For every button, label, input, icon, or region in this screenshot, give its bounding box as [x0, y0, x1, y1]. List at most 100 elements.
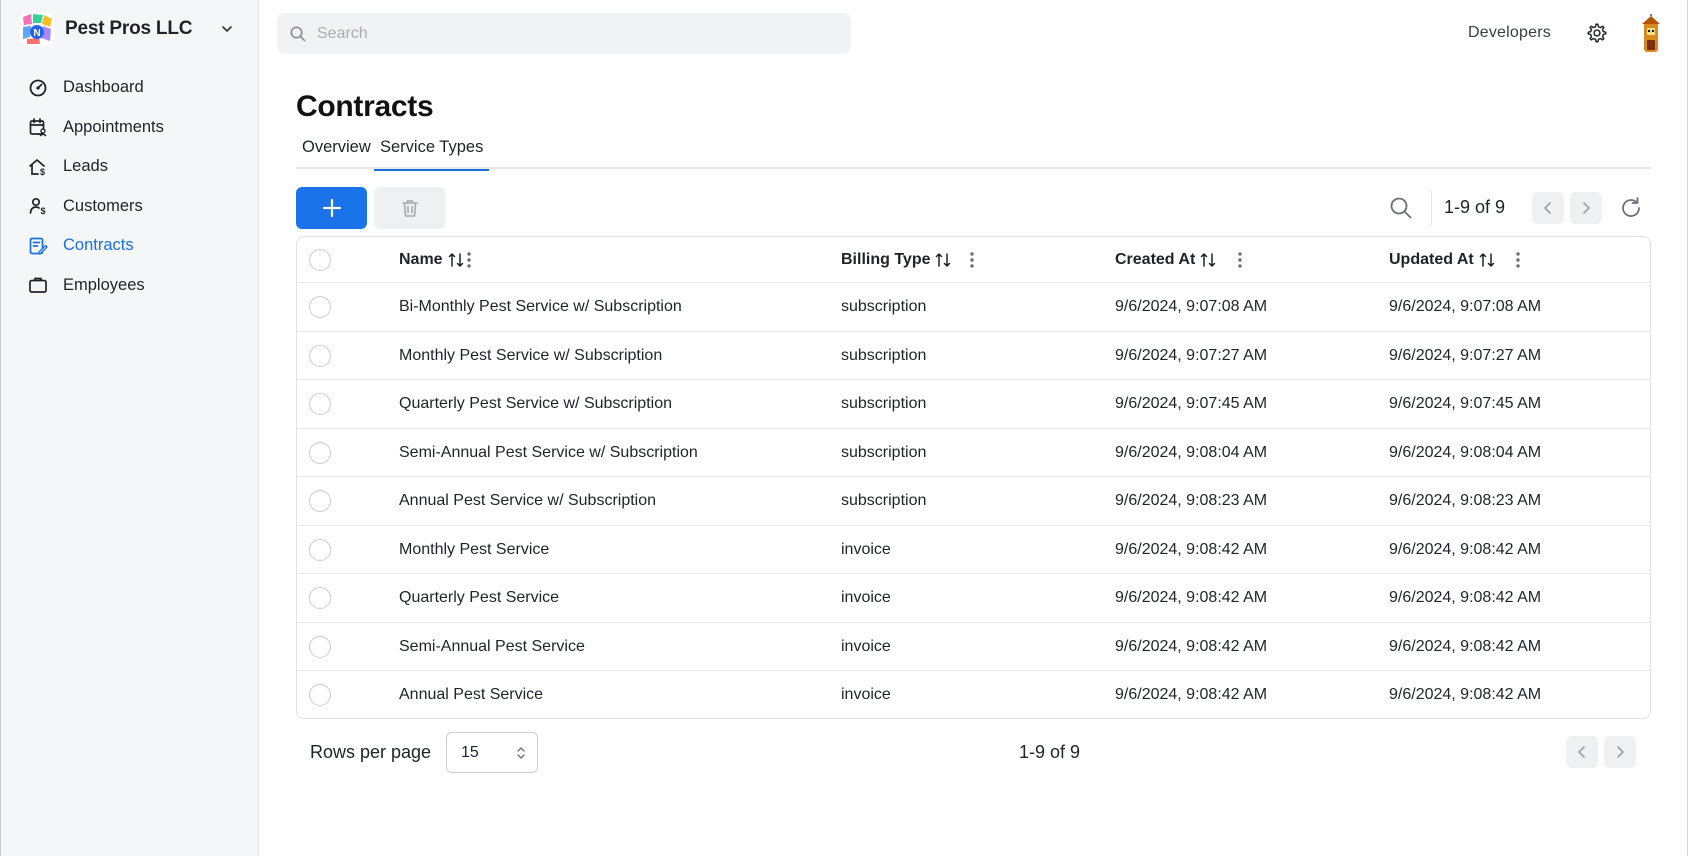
- chevron-down-icon: [222, 26, 232, 32]
- org-name: Pest Pros LLC: [65, 18, 193, 39]
- column-menu-icon[interactable]: [967, 249, 977, 271]
- cell-name: Annual Pest Service w/ Subscription: [399, 492, 657, 509]
- sidebar-nav: Dashboard Appointments $ Leads $ Custome…: [27, 68, 247, 305]
- cell-created-at: 9/6/2024, 9:08:42 AM: [1115, 540, 1268, 558]
- rows-per-page-select[interactable]: 15: [446, 732, 538, 773]
- svg-text:N: N: [33, 28, 40, 39]
- house-dollar-icon: $: [27, 156, 49, 178]
- prev-page-button[interactable]: [1532, 192, 1564, 224]
- tab-service-types[interactable]: Service Types: [374, 138, 490, 171]
- row-checkbox[interactable]: [309, 393, 331, 415]
- user-dollar-icon: $: [27, 195, 49, 217]
- sort-icon: [448, 253, 463, 267]
- table-row[interactable]: Semi-Annual Pest Service w/ Subscription…: [297, 429, 1650, 477]
- cell-updated-at: 9/6/2024, 9:08:23 AM: [1389, 492, 1542, 509]
- table-row[interactable]: Bi-Monthly Pest Service w/ Subscription s…: [297, 283, 1650, 332]
- org-logo-icon: N: [20, 12, 54, 46]
- table-row[interactable]: Quarterly Pest Service w/ Subscription su…: [297, 380, 1650, 429]
- sidebar-item-contracts[interactable]: Contracts: [27, 226, 247, 266]
- cell-billing-type: subscription: [841, 298, 927, 315]
- table-row[interactable]: Annual Pest Service w/ Subscription subsc…: [297, 477, 1650, 526]
- column-header-created-at[interactable]: Created At: [1115, 251, 1217, 269]
- row-checkbox[interactable]: [309, 587, 331, 609]
- column-header-billing-type[interactable]: Billing Type: [841, 251, 952, 269]
- table-row[interactable]: Monthly Pest Service w/ Subscription subs…: [297, 332, 1650, 380]
- cell-updated-at: 9/6/2024, 9:08:04 AM: [1389, 443, 1542, 461]
- next-page-button[interactable]: [1570, 192, 1602, 224]
- cell-billing-type: invoice: [841, 540, 891, 558]
- cell-name: Bi-Monthly Pest Service w/ Subscription: [399, 298, 682, 315]
- sidebar-item-label: Dashboard: [63, 78, 144, 97]
- cell-billing-type: subscription: [841, 346, 927, 364]
- column-header-name[interactable]: Name: [399, 251, 465, 269]
- footer-prev-page-button[interactable]: [1566, 736, 1598, 768]
- cell-name: Quarterly Pest Service: [399, 589, 560, 606]
- cell-billing-type: invoice: [841, 686, 891, 703]
- select-arrows-icon: [517, 747, 525, 759]
- select-all-checkbox[interactable]: [309, 249, 331, 271]
- column-header-label: Created At: [1115, 251, 1196, 268]
- cell-name: Semi-Annual Pest Service: [399, 637, 585, 655]
- cell-billing-type: subscription: [841, 395, 927, 412]
- tab-bar: Overview Service Types: [296, 134, 1651, 171]
- table-search-icon[interactable]: [1388, 195, 1414, 221]
- column-menu-icon[interactable]: [464, 249, 474, 271]
- row-checkbox[interactable]: [309, 441, 331, 464]
- cell-created-at: 9/6/2024, 9:07:08 AM: [1115, 298, 1268, 315]
- cell-name: Monthly Pest Service w/ Subscription: [399, 346, 663, 364]
- sidebar-item-label: Contracts: [63, 236, 134, 255]
- table-row[interactable]: Quarterly Pest Service invoice 9/6/2024, 9…: [297, 574, 1650, 623]
- cell-updated-at: 9/6/2024, 9:08:42 AM: [1389, 540, 1542, 558]
- cell-billing-type: invoice: [841, 589, 891, 606]
- sidebar: N Pest Pros LLC Dashboard Appointments $…: [0, 0, 259, 856]
- row-checkbox[interactable]: [309, 490, 331, 512]
- column-menu-icon[interactable]: [1513, 249, 1523, 271]
- add-button[interactable]: [296, 187, 367, 229]
- table-row[interactable]: Monthly Pest Service invoice 9/6/2024, 9:0…: [297, 526, 1650, 574]
- search-input[interactable]: [317, 24, 837, 43]
- rows-per-page-value: 15: [461, 744, 479, 761]
- cell-created-at: 9/6/2024, 9:07:27 AM: [1115, 346, 1268, 364]
- sidebar-item-appointments[interactable]: Appointments: [27, 108, 247, 148]
- cell-updated-at: 9/6/2024, 9:07:27 AM: [1389, 346, 1542, 364]
- row-checkbox[interactable]: [309, 684, 331, 706]
- cell-name: Semi-Annual Pest Service w/ Subscription: [399, 443, 698, 461]
- global-search[interactable]: [277, 13, 851, 54]
- developers-link[interactable]: Developers: [1468, 24, 1551, 42]
- chevron-right-icon: [1583, 202, 1590, 214]
- sort-icon: [1479, 253, 1494, 267]
- table-header: Name Billing Type Created At Updated At: [297, 237, 1650, 283]
- cell-name: Annual Pest Service: [399, 686, 544, 703]
- row-checkbox[interactable]: [309, 635, 331, 658]
- table-toolbar: 1-9 of 9: [296, 187, 1651, 229]
- sidebar-item-dashboard[interactable]: Dashboard: [27, 68, 247, 108]
- column-header-label: Name: [399, 251, 443, 268]
- chevron-left-icon: [1544, 202, 1551, 214]
- cell-created-at: 9/6/2024, 9:08:42 AM: [1115, 686, 1268, 703]
- service-types-table: Name Billing Type Created At Updated At …: [296, 236, 1651, 719]
- chevron-left-icon: [1578, 746, 1585, 758]
- chevron-right-icon: [1617, 746, 1624, 758]
- sidebar-item-employees[interactable]: Employees: [27, 266, 247, 306]
- column-menu-icon[interactable]: [1235, 249, 1245, 271]
- footer-next-page-button[interactable]: [1604, 736, 1636, 768]
- cell-updated-at: 9/6/2024, 9:08:42 AM: [1389, 686, 1542, 703]
- org-switcher[interactable]: N Pest Pros LLC: [19, 10, 241, 48]
- avatar[interactable]: [1634, 14, 1668, 54]
- sidebar-item-customers[interactable]: $ Customers: [27, 187, 247, 227]
- cell-name: Quarterly Pest Service w/ Subscription: [399, 395, 672, 412]
- delete-button[interactable]: [374, 187, 445, 229]
- cell-name: Monthly Pest Service: [399, 540, 550, 558]
- gear-icon[interactable]: [1586, 22, 1608, 44]
- refresh-icon[interactable]: [1618, 195, 1644, 221]
- row-checkbox[interactable]: [309, 344, 331, 367]
- trash-icon: [401, 200, 418, 217]
- sidebar-item-leads[interactable]: $ Leads: [27, 147, 247, 187]
- table-row[interactable]: Semi-Annual Pest Service invoice 9/6/2024,…: [297, 623, 1650, 671]
- tab-overview[interactable]: Overview: [296, 138, 377, 169]
- row-checkbox[interactable]: [309, 538, 331, 561]
- cell-created-at: 9/6/2024, 9:07:45 AM: [1115, 395, 1268, 412]
- table-row[interactable]: Annual Pest Service invoice 9/6/2024, 9:08…: [297, 671, 1650, 718]
- row-checkbox[interactable]: [309, 296, 331, 318]
- column-header-updated-at[interactable]: Updated At: [1389, 251, 1496, 269]
